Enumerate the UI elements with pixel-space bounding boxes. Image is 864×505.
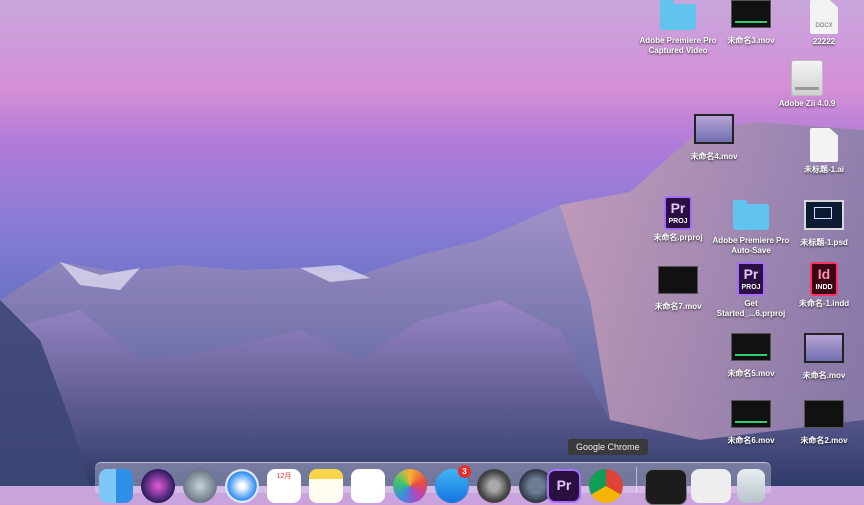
desktop-icon-label: 未标题-1.ai [803, 165, 844, 174]
calendar-icon[interactable]: 12月 [267, 469, 301, 503]
desktop-icon-label: 未命名6.mov [727, 436, 775, 445]
desktop-icon-label: Get Started_...6.prproj [716, 299, 786, 318]
premiere-logo: Pr [743, 266, 759, 282]
desktop-icon-adobe-zii[interactable]: Adobe Zii 4.0.9 [767, 60, 847, 109]
desktop-icon-docx-22222[interactable]: DOCX 22222 [784, 0, 864, 47]
desktop-icon-label: 未命名.mov [802, 371, 846, 380]
desktop-icon-label: 未命名5.mov [727, 369, 775, 378]
video-thumbnail-icon [804, 400, 844, 428]
premiere-project-icon: Pr PROJ [737, 262, 765, 296]
disk-image-icon [791, 60, 823, 96]
desktop-icon-label: 22222 [812, 37, 836, 46]
desktop-icon-indd-file[interactable]: Id INDD 未命名-1.indd [784, 262, 864, 309]
desktop-icon-prproj[interactable]: Pr PROJ 未命名.prproj [638, 196, 718, 243]
desktop-icon-label: 未命名2.mov [800, 436, 848, 445]
video-thumbnail-icon [731, 400, 771, 428]
premiere-logo: Pr [670, 200, 686, 216]
desktop-icon-video-7[interactable]: 未命名7.mov [638, 266, 718, 312]
desktop-icon-video-6[interactable]: 未命名6.mov [711, 400, 791, 446]
reminders-icon[interactable] [351, 469, 385, 503]
photos-icon[interactable] [393, 469, 427, 503]
safari-icon[interactable] [225, 469, 259, 503]
desktop-icon-label: 未命名3.mov [727, 36, 775, 45]
premiere-pro-icon[interactable]: Pr [547, 469, 581, 503]
calendar-month-label: 12月 [276, 473, 292, 480]
dock-separator [636, 467, 637, 493]
desktop-icon-label: 未命名.prproj [653, 233, 703, 242]
file-type-label: INDD [815, 284, 833, 291]
document-icon [810, 128, 838, 162]
file-type-label: PROJ [741, 284, 761, 291]
desktop-icon-label: Adobe Premiere Pro Captured Video [639, 36, 717, 55]
system-preferences-icon[interactable] [477, 469, 511, 503]
app-store-icon[interactable]: 3 [435, 465, 471, 503]
finder-icon[interactable] [99, 469, 133, 503]
downloads-stack-icon[interactable] [645, 469, 687, 505]
video-thumbnail-icon [694, 114, 734, 144]
desktop-icon-video-4[interactable]: 未命名4.mov [674, 114, 754, 162]
folder-icon [733, 200, 769, 230]
video-thumbnail-icon [804, 333, 844, 363]
video-thumbnail-icon [731, 0, 771, 28]
desktop-icon-label: Adobe Zii 4.0.9 [778, 99, 836, 108]
siri-icon[interactable] [141, 469, 175, 503]
notification-badge: 3 [458, 465, 471, 478]
file-type-label: DOCX [815, 23, 833, 29]
file-type-label: PROJ [668, 218, 688, 225]
dock-tooltip: Google Chrome [568, 439, 648, 455]
trash-icon[interactable] [737, 469, 765, 503]
desktop-icon-ai-file[interactable]: 未标题-1.ai [784, 128, 864, 175]
desktop-icon-premiere-auto-save[interactable]: Adobe Premiere Pro Auto-Save [711, 200, 791, 256]
photoshop-file-icon [804, 200, 844, 230]
desktop-icon-label: 未命名7.mov [654, 302, 702, 311]
video-thumbnail-icon [658, 266, 698, 294]
notes-icon[interactable] [309, 469, 343, 503]
google-chrome-icon[interactable] [589, 469, 623, 503]
desktop-icon-get-started-prproj[interactable]: Pr PROJ Get Started_...6.prproj [711, 262, 791, 319]
desktop-icon-label: 未命名4.mov [690, 152, 738, 161]
folder-icon [660, 0, 696, 30]
launchpad-icon[interactable] [183, 469, 217, 503]
indesign-file-icon: Id INDD [810, 262, 838, 296]
premiere-project-icon: Pr PROJ [664, 196, 692, 230]
desktop-icon-video-2[interactable]: 未命名2.mov [784, 400, 864, 446]
docx-document-icon: DOCX [810, 0, 838, 34]
dock: 12月 3 Pr [95, 462, 771, 505]
documents-stack-icon[interactable] [691, 469, 731, 503]
desktop-icon-video-unnamed[interactable]: 未命名.mov [784, 333, 864, 381]
video-thumbnail-icon [731, 333, 771, 361]
desktop-icon-video-3[interactable]: 未命名3.mov [711, 0, 791, 46]
indesign-logo: Id [817, 266, 831, 282]
desktop-icon-psd-file[interactable]: 未标题-1.psd [784, 200, 864, 248]
desktop-icon-label: Adobe Premiere Pro Auto-Save [712, 236, 790, 255]
desktop-icon-video-5[interactable]: 未命名5.mov [711, 333, 791, 379]
desktop-icon-premiere-captured-video[interactable]: Adobe Premiere Pro Captured Video [638, 0, 718, 56]
desktop-icon-label: 未标题-1.psd [800, 238, 848, 247]
desktop-icon-label: 未命名-1.indd [798, 299, 850, 308]
